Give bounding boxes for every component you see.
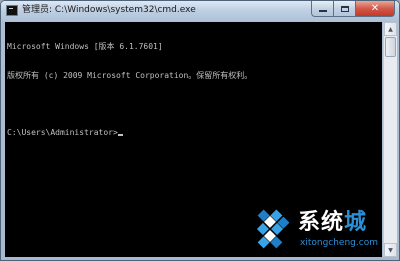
minimize-icon: [318, 10, 327, 12]
scroll-up-button[interactable]: ▲: [384, 22, 397, 36]
arrow-up-icon: ▲: [388, 25, 393, 33]
close-button[interactable]: ✕: [355, 1, 395, 17]
text-cursor: [117, 133, 123, 136]
close-icon: ✕: [370, 2, 380, 14]
maximize-icon: [340, 5, 349, 12]
watermark-url: xitongcheng.com: [300, 238, 378, 248]
maximize-button[interactable]: [333, 1, 355, 17]
window-title: 管理员: C:\Windows\system32\cmd.exe: [22, 5, 196, 15]
title-bar[interactable]: 管理员: C:\Windows\system32\cmd.exe ✕: [1, 1, 399, 21]
console-line: Microsoft Windows [版本 6.1.7601]: [7, 42, 163, 51]
watermark-brand-accent: 城: [344, 210, 368, 235]
console-app-icon[interactable]: [6, 5, 18, 16]
console-line: 版权所有 (c) 2009 Microsoft Corporation。保留所有…: [7, 70, 253, 80]
watermark-brand: 系统城: [298, 210, 367, 236]
console-prompt: C:\Users\Administrator>: [7, 127, 118, 137]
caption-buttons: ✕: [311, 1, 395, 17]
console-text: Microsoft Windows [版本 6.1.7601] 版权所有 (c)…: [7, 23, 252, 156]
minimize-button[interactable]: [311, 1, 333, 17]
console-prompt-line: C:\Users\Administrator>: [7, 128, 252, 138]
xitongcheng-logo-icon: [256, 209, 290, 249]
watermark-brand-main: 系统: [298, 210, 345, 235]
cmd-window: 管理员: C:\Windows\system32\cmd.exe ✕ Micro…: [0, 0, 400, 261]
scroll-thumb[interactable]: [385, 37, 396, 57]
site-watermark: 系统城 xitongcheng.com: [244, 204, 394, 256]
